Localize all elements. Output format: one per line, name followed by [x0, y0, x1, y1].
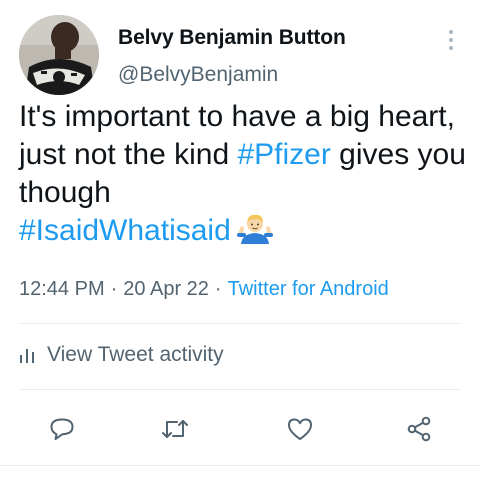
divider	[19, 323, 461, 324]
reply-icon	[50, 418, 74, 440]
more-options-icon[interactable]	[440, 27, 462, 53]
tweet-card: Belvy Benjamin Button @BelvyBenjamin It'…	[0, 0, 480, 480]
user-handle[interactable]: @BelvyBenjamin	[118, 63, 278, 87]
heart-icon	[288, 418, 312, 440]
meta-separator: ·	[214, 278, 222, 300]
display-name[interactable]: Belvy Benjamin Button	[118, 26, 346, 50]
man-shrugging-emoji-icon	[236, 214, 273, 244]
more-dot	[449, 46, 453, 50]
bar-chart-icon	[20, 349, 34, 363]
avatar-photo	[19, 15, 99, 95]
tweet-source-link[interactable]: Twitter for Android	[228, 278, 389, 300]
reply-button[interactable]	[47, 414, 77, 444]
tweet-text: It's important to have a big heart, just…	[19, 98, 469, 250]
like-button[interactable]	[285, 414, 315, 444]
tweet-time[interactable]: 12:44 PM	[19, 278, 105, 300]
share-button[interactable]	[404, 414, 434, 444]
tweet-meta: 12:44 PM · 20 Apr 22 · Twitter for Android	[19, 278, 389, 301]
share-icon	[407, 416, 431, 442]
divider	[19, 389, 461, 390]
hashtag-link[interactable]: #Pfizer	[237, 138, 330, 171]
retweet-icon	[162, 420, 188, 438]
view-tweet-activity-label: View Tweet activity	[47, 343, 224, 366]
hashtag-link[interactable]: #IsaidWhatisaid	[19, 214, 231, 247]
more-dot	[449, 30, 453, 34]
tweet-date[interactable]: 20 Apr 22	[123, 278, 209, 300]
avatar[interactable]	[19, 15, 99, 95]
more-dot	[449, 38, 453, 42]
divider	[0, 465, 480, 466]
retweet-button[interactable]	[160, 414, 190, 444]
meta-separator: ·	[110, 278, 118, 300]
view-tweet-activity-button[interactable]: View Tweet activity	[19, 343, 224, 367]
